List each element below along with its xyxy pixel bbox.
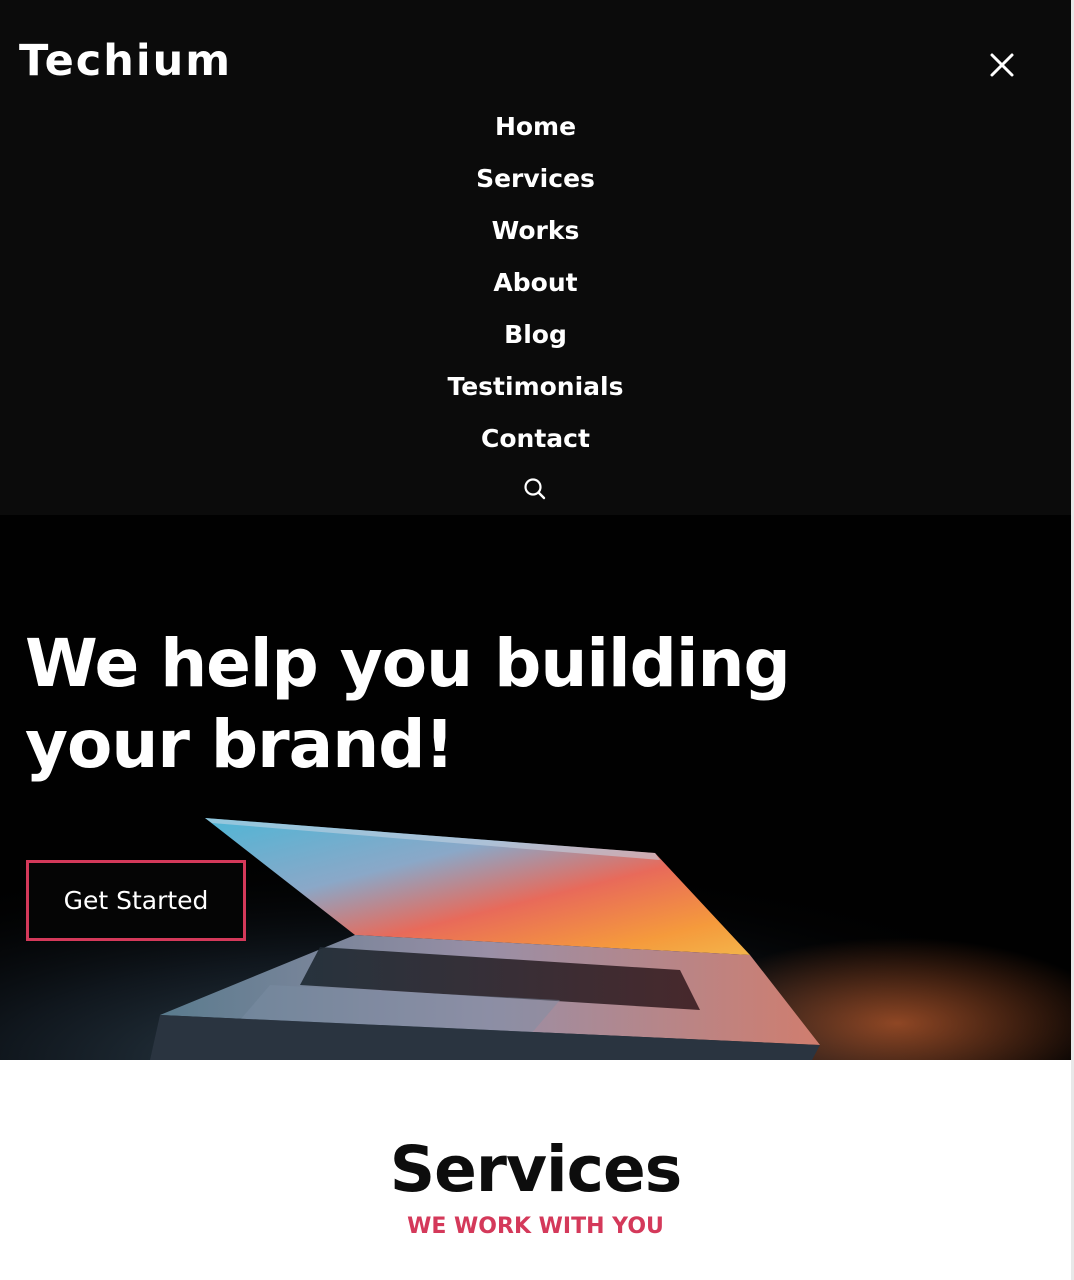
nav-item-home: Home — [0, 101, 1071, 153]
site-logo[interactable]: Techium — [19, 35, 232, 87]
nav-link-contact[interactable]: Contact — [481, 424, 590, 453]
search-icon — [524, 478, 546, 500]
site-header: Techium Home Services Works About Blog T… — [0, 0, 1071, 515]
hero-section: We help you building your brand! Get Sta… — [0, 515, 1071, 1060]
services-title: Services — [389, 1133, 682, 1206]
nav-item-testimonials: Testimonials — [0, 361, 1071, 413]
get-started-button[interactable]: Get Started — [26, 860, 246, 941]
nav-link-about[interactable]: About — [493, 268, 577, 297]
nav-item-about: About — [0, 257, 1071, 309]
nav-link-works[interactable]: Works — [492, 216, 580, 245]
close-menu-button[interactable] — [985, 48, 1019, 82]
nav-link-blog[interactable]: Blog — [504, 320, 567, 349]
nav-link-testimonials[interactable]: Testimonials — [447, 372, 623, 401]
services-subtitle: WE WORK WITH YOU — [407, 1214, 664, 1239]
main-nav: Home Services Works About Blog Testimoni… — [0, 101, 1071, 465]
close-icon — [990, 53, 1014, 77]
nav-item-contact: Contact — [0, 413, 1071, 465]
nav-item-blog: Blog — [0, 309, 1071, 361]
nav-item-works: Works — [0, 205, 1071, 257]
services-section: Services WE WORK WITH YOU — [0, 1060, 1071, 1280]
laptop-image — [0, 515, 1071, 1060]
hero-title: We help you building your brand! — [25, 625, 791, 783]
page: Techium Home Services Works About Blog T… — [0, 0, 1074, 1280]
nav-link-services[interactable]: Services — [476, 164, 595, 193]
nav-link-home[interactable]: Home — [495, 112, 576, 141]
nav-item-services: Services — [0, 153, 1071, 205]
search-button[interactable] — [521, 475, 549, 503]
